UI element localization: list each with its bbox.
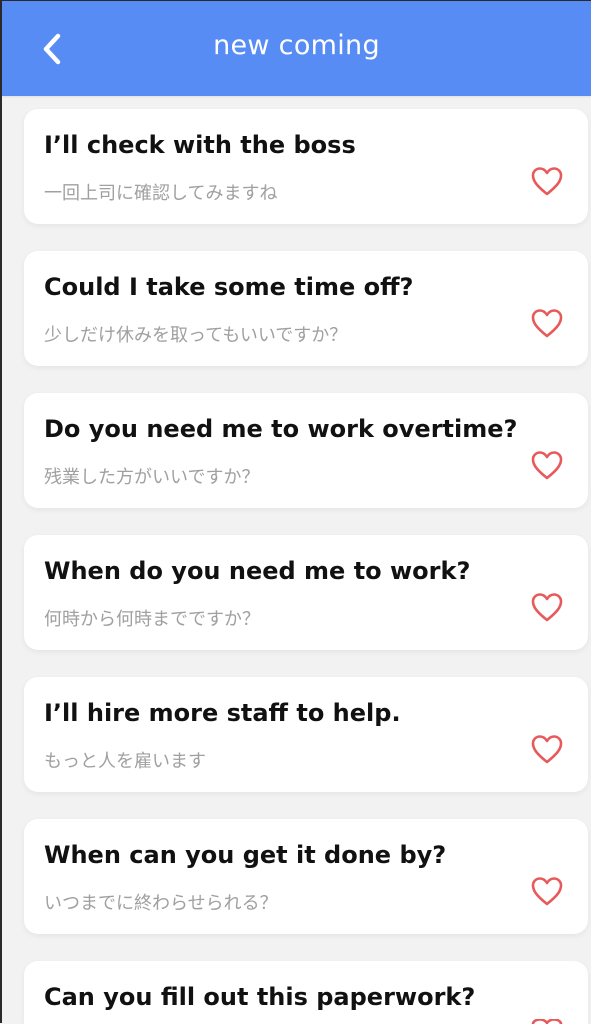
phrase-card[interactable]: Can you fill out this paperwork?	[24, 961, 588, 1024]
heart-outline-icon[interactable]	[530, 733, 564, 765]
phrase-card[interactable]: When can you get it done by? いつまでに終わらせられ…	[24, 819, 588, 934]
phrase-english: Can you fill out this paperwork?	[44, 983, 476, 1011]
heart-outline-icon[interactable]	[530, 1019, 564, 1024]
phrase-japanese: 一回上司に確認してみますね	[44, 183, 278, 204]
app-header: new coming	[2, 1, 591, 96]
page-title: new coming	[213, 30, 380, 61]
phrase-english: Could I take some time off?	[44, 273, 414, 301]
phrase-japanese: 残業した方がいいですか？	[44, 467, 260, 488]
phrase-card[interactable]: Could I take some time off? 少しだけ休みを取ってもい…	[24, 251, 588, 366]
phrase-english: I’ll hire more staff to help.	[44, 699, 401, 727]
heart-outline-icon[interactable]	[530, 449, 564, 481]
phrase-japanese: いつまでに終わらせられる？	[44, 893, 278, 914]
phrase-card[interactable]: I’ll hire more staff to help. もっと人を雇います	[24, 677, 588, 792]
phrase-english: I’ll check with the boss	[44, 131, 356, 159]
phrase-japanese: 何時から何時までですか？	[44, 609, 260, 630]
phrase-english: When do you need me to work?	[44, 557, 471, 585]
phrase-card[interactable]: Do you need me to work overtime? 残業した方がい…	[24, 393, 588, 508]
back-button[interactable]	[32, 29, 72, 69]
phrase-english: When can you get it done by?	[44, 841, 447, 869]
heart-outline-icon[interactable]	[530, 307, 564, 339]
phrase-japanese: 少しだけ休みを取ってもいいですか？	[44, 325, 348, 346]
heart-outline-icon[interactable]	[530, 875, 564, 907]
phrase-card[interactable]: I’ll check with the boss 一回上司に確認してみますね	[24, 109, 588, 224]
heart-outline-icon[interactable]	[530, 591, 564, 623]
phrase-japanese: もっと人を雇います	[44, 751, 206, 772]
phrase-english: Do you need me to work overtime?	[44, 415, 518, 443]
phrase-card[interactable]: When do you need me to work? 何時から何時までですか…	[24, 535, 588, 650]
heart-outline-icon[interactable]	[530, 165, 564, 197]
chevron-left-icon	[43, 33, 61, 65]
